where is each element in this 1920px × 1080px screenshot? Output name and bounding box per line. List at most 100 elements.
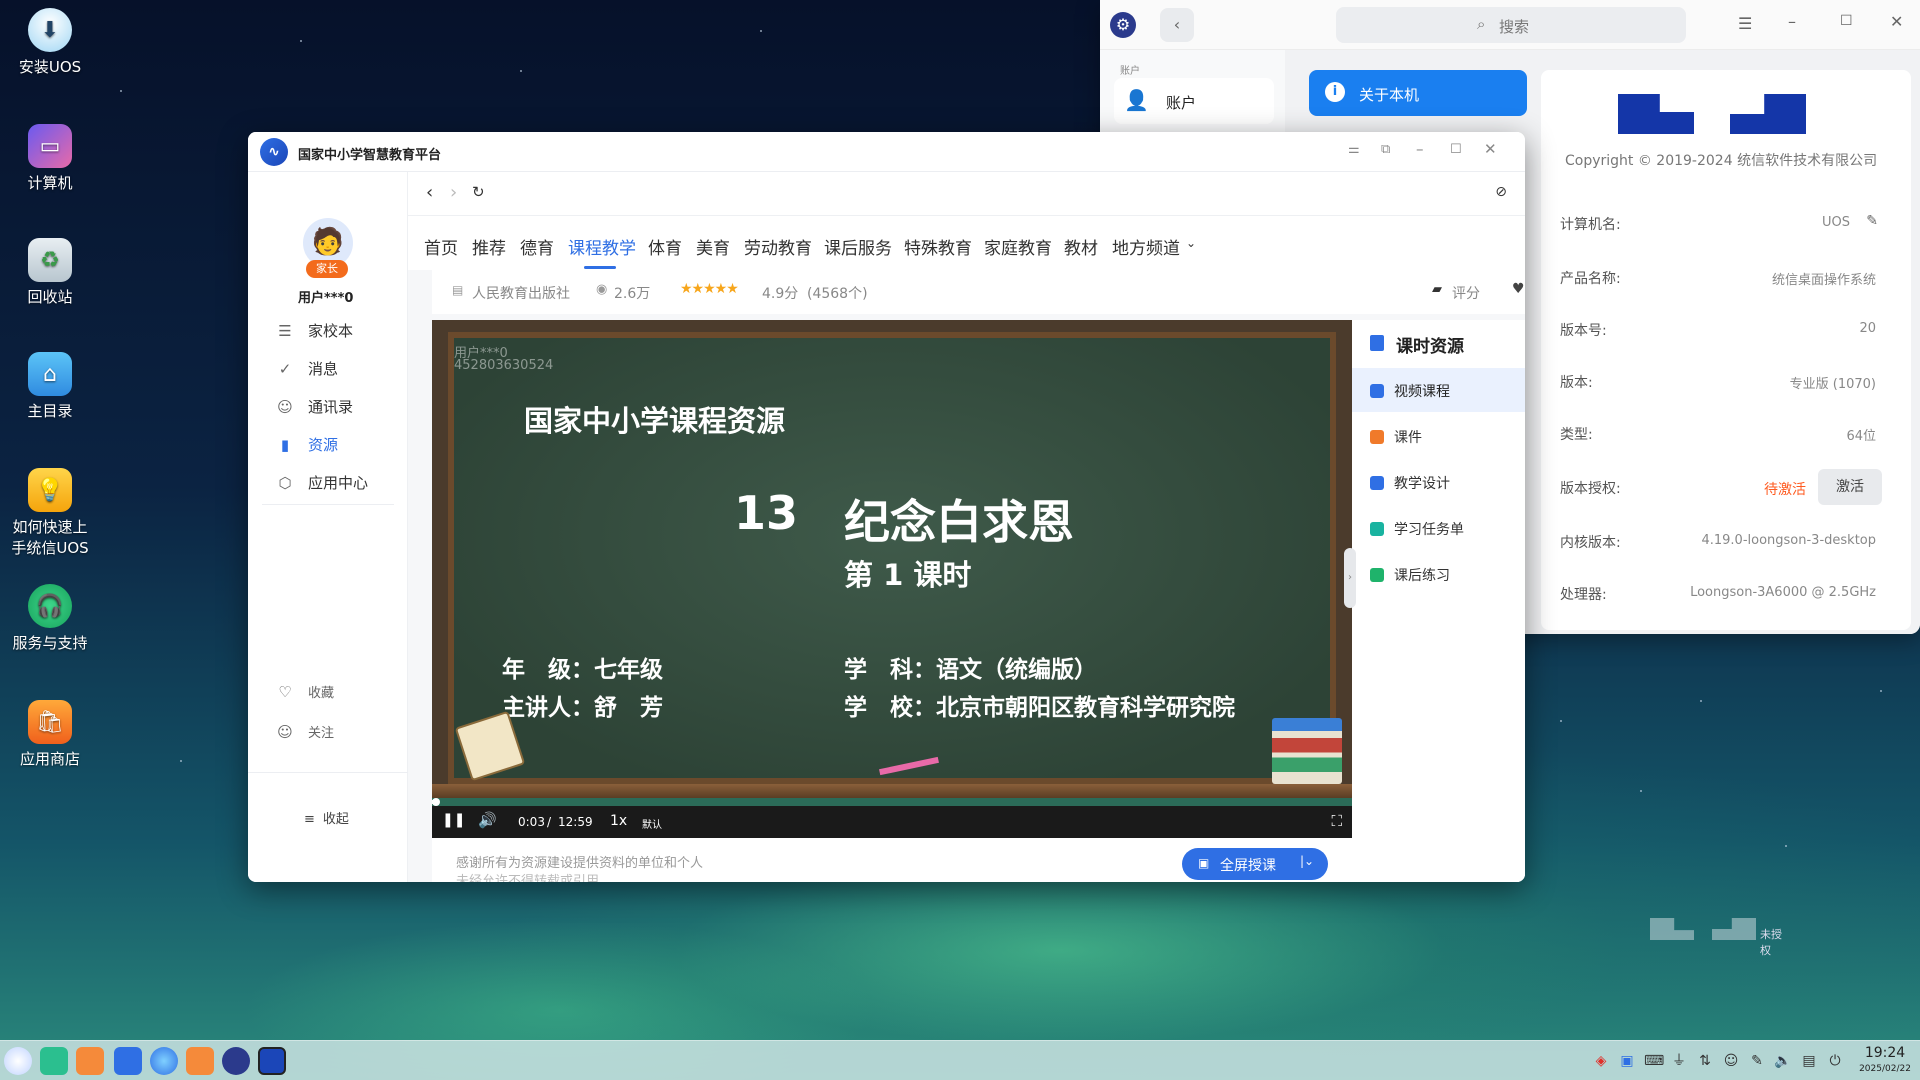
menu-icon[interactable]: ☰ (1738, 14, 1752, 33)
back-arrow-icon[interactable]: ‹ (426, 182, 433, 203)
resources-title: 课时资源 (1396, 337, 1464, 357)
edu-platform-taskbar-icon[interactable] (258, 1047, 286, 1075)
browser-nav-bar: ‹ › ↻ ⊘ (408, 172, 1525, 216)
network-icon[interactable]: ⇅ (1696, 1052, 1714, 1070)
fullscreen-teach-button[interactable]: ▣ 全屏授课 |⌄ (1182, 848, 1328, 880)
task-sheet-icon (1370, 522, 1384, 536)
edit-icon[interactable]: ✎ (1866, 213, 1878, 229)
compass-icon[interactable]: ⊘ (1495, 184, 1507, 200)
maximize-icon[interactable]: ☐ (1450, 142, 1462, 157)
nav-item-favorites[interactable]: ♡ 收藏 (276, 682, 334, 702)
desktop-icon-install-uos[interactable]: ⬇ 安装UOS (10, 8, 90, 78)
assistant-icon[interactable]: ☺ (1722, 1052, 1740, 1070)
about-button[interactable]: i 关于本机 (1309, 70, 1527, 116)
activate-button[interactable]: 激活 (1818, 469, 1882, 505)
nav-item-home-school[interactable]: ☰ 家校本 (276, 320, 353, 341)
tab-arts[interactable]: 美育 (696, 234, 730, 259)
tab-labor[interactable]: 劳动教育 (744, 234, 812, 259)
tab-recommend[interactable]: 推荐 (472, 234, 506, 259)
multitask-view-icon[interactable] (40, 1047, 68, 1075)
video-progress-knob[interactable] (432, 798, 440, 806)
control-center-icon[interactable] (222, 1047, 250, 1075)
edu-content: ‹ › ↻ ⊘ 首页 推荐 德育 课程教学 体育 美育 劳动教育 课后服务 特殊… (408, 172, 1525, 882)
close-icon[interactable]: ✕ (1484, 140, 1497, 158)
chalk-ledge (432, 784, 1352, 798)
tab-course-teaching[interactable]: 课程教学 (568, 234, 636, 259)
nav-item-app-center[interactable]: ⬡ 应用中心 (276, 472, 368, 493)
tab-home[interactable]: 首页 (424, 234, 458, 259)
desktop-icon-label: 应用商店 (19, 750, 80, 768)
nav-item-follow[interactable]: ☺ 关注 (276, 722, 334, 742)
video-heading: 国家中小学课程资源 (524, 404, 786, 438)
refresh-icon[interactable]: ↻ (472, 183, 485, 201)
pause-icon[interactable]: ❚❚ (442, 812, 465, 828)
desktop-icon-support[interactable]: 🎧 服务与支持 (10, 584, 90, 654)
tab-textbooks[interactable]: 教材 (1064, 234, 1098, 259)
resource-video-course[interactable]: 视频课程 (1370, 381, 1450, 401)
volume-icon[interactable]: 🔊 (478, 811, 497, 829)
tab-special[interactable]: 特殊教育 (904, 234, 972, 259)
acknowledgement-text: 感谢所有为资源建设提供资料的单位和个人 (456, 856, 704, 871)
desktop-icon-app-store[interactable]: 🛍 应用商店 (10, 700, 90, 770)
nav-item-resources[interactable]: ▮ 资源 (276, 434, 338, 455)
tab-family[interactable]: 家庭教育 (984, 234, 1052, 259)
heart-icon[interactable]: ♥ (1512, 281, 1525, 297)
pip-icon[interactable]: ⧉ (1381, 142, 1390, 157)
collapse-button[interactable]: ≡ 收起 (304, 808, 349, 827)
desktop-icon-trash[interactable]: ♻ 回收站 (10, 238, 90, 308)
info-key: 计算机名: (1560, 217, 1621, 233)
nav-item-contacts[interactable]: ☺ 通讯录 (276, 396, 353, 417)
maximize-icon[interactable]: ☐ (1840, 13, 1853, 29)
nav-item-messages[interactable]: ✓ 消息 (276, 358, 338, 379)
close-icon[interactable]: ✕ (1890, 12, 1903, 31)
resource-courseware[interactable]: 课件 (1370, 427, 1422, 447)
calendar-icon[interactable] (114, 1047, 142, 1075)
sidebar-item-account[interactable]: 👤 账户 (1114, 78, 1274, 124)
resource-task-sheet[interactable]: 学习任务单 (1370, 519, 1464, 539)
tab-local[interactable]: 地方频道 (1112, 234, 1180, 259)
desktop-icon-home[interactable]: ⌂ 主目录 (10, 352, 90, 422)
file-manager-icon[interactable] (76, 1047, 104, 1075)
settings-search[interactable]: ⌕ 搜索 (1336, 7, 1686, 43)
fullscreen-icon[interactable]: ⛶ (1331, 812, 1342, 830)
desktop-icon-computer[interactable]: ▭ 计算机 (10, 124, 90, 194)
tab-sports[interactable]: 体育 (648, 234, 682, 259)
browser-icon[interactable] (150, 1047, 178, 1075)
resource-teaching-design[interactable]: 教学设计 (1370, 473, 1450, 493)
about-button-label: 关于本机 (1359, 86, 1420, 104)
usb-icon[interactable]: ⏚ (1670, 1052, 1688, 1070)
speed-button[interactable]: 1x (610, 813, 627, 829)
minimize-icon[interactable]: – (1788, 12, 1796, 31)
tab-moral[interactable]: 德育 (520, 234, 554, 259)
back-button[interactable]: ‹ (1160, 8, 1194, 42)
tab-after-school[interactable]: 课后服务 (824, 234, 892, 259)
antivirus-icon[interactable]: ◈ (1592, 1052, 1610, 1070)
quality-button[interactable]: 默认 (642, 816, 662, 831)
minimize-icon[interactable]: – (1416, 140, 1424, 158)
panel-collapse-handle[interactable]: › (1344, 548, 1356, 608)
app-store-icon[interactable] (186, 1047, 214, 1075)
notification-icon[interactable]: ▤ (1800, 1052, 1818, 1070)
video-progress-track[interactable] (432, 798, 1352, 806)
resource-homework[interactable]: 课后练习 (1370, 565, 1450, 585)
keyboard-icon[interactable]: ⌨ (1644, 1052, 1664, 1070)
nav-label: 消息 (308, 360, 339, 378)
pen-icon[interactable]: ✎ (1748, 1052, 1766, 1070)
account-avatar-icon: 👤 (1124, 88, 1149, 112)
chevron-down-icon[interactable]: ⌄ (1186, 236, 1196, 250)
clock[interactable]: 19:24 2025/02/22 (1850, 1044, 1920, 1076)
contacts-icon: ☺ (277, 397, 293, 416)
nav-label: 资源 (308, 436, 339, 454)
edu-tray-icon[interactable]: ▣ (1618, 1052, 1636, 1070)
desktop-icon-guide[interactable]: 💡 如何快速上手统信UOS (10, 468, 90, 559)
edu-logo-icon: ∿ (260, 138, 288, 166)
rate-button[interactable]: 评分 (1452, 283, 1480, 303)
forward-arrow-icon[interactable]: › (450, 182, 457, 203)
volume-icon[interactable]: 🔈 (1774, 1052, 1792, 1070)
settings-small-icon[interactable]: ⚌ (1348, 142, 1360, 157)
launcher-icon[interactable] (4, 1047, 32, 1075)
search-icon: ⌕ (1477, 15, 1486, 33)
video-player[interactable]: 用户***0 452803630524 国家中小学课程资源 13 纪念白求恩 第… (432, 320, 1352, 838)
power-icon[interactable]: ⏻ (1826, 1052, 1844, 1070)
comment-icon[interactable]: ▰ (1432, 282, 1442, 297)
